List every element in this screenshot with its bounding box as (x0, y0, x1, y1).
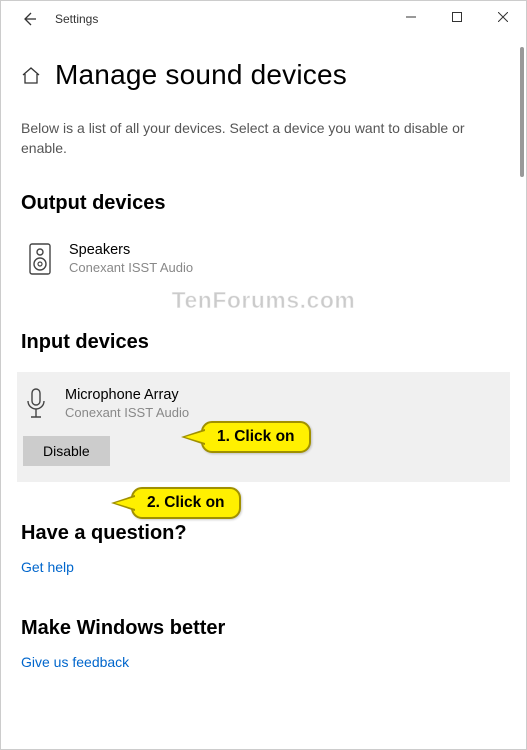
help-title: Have a question? (21, 522, 506, 545)
device-text: Microphone Array Conexant ISST Audio (65, 386, 189, 422)
feedback-section: Make Windows better Give us feedback (21, 617, 506, 670)
minimize-button[interactable] (388, 1, 434, 33)
feedback-title: Make Windows better (21, 617, 506, 640)
feedback-link[interactable]: Give us feedback (21, 654, 506, 670)
device-name: Microphone Array (65, 386, 189, 405)
arrow-left-icon (21, 11, 37, 27)
page-description: Below is a list of all your devices. Sel… (21, 119, 506, 158)
disable-button[interactable]: Disable (23, 436, 110, 466)
close-button[interactable] (480, 1, 526, 33)
back-button[interactable] (9, 1, 49, 37)
minimize-icon (406, 12, 416, 22)
get-help-link[interactable]: Get help (21, 559, 506, 575)
annotation-callout-1: 1. Click on (201, 421, 311, 453)
annotation-callout-2: 2. Click on (131, 487, 241, 519)
output-device-row[interactable]: Speakers Conexant ISST Audio (21, 233, 506, 285)
device-subtitle: Conexant ISST Audio (65, 405, 189, 422)
close-icon (498, 12, 508, 22)
content-area: Manage sound devices Below is a list of … (1, 37, 526, 670)
device-name: Speakers (69, 241, 193, 260)
help-section: Have a question? Get help (21, 522, 506, 575)
input-section-title: Input devices (21, 331, 506, 354)
scrollbar[interactable] (520, 47, 524, 177)
home-icon[interactable] (21, 65, 41, 85)
speaker-icon (27, 242, 53, 276)
device-text: Speakers Conexant ISST Audio (69, 241, 193, 277)
window-controls (388, 1, 526, 33)
microphone-icon (23, 387, 49, 421)
output-section-title: Output devices (21, 192, 506, 215)
maximize-icon (452, 12, 462, 22)
titlebar: Settings (1, 1, 526, 37)
page-title: Manage sound devices (55, 59, 347, 91)
app-title: Settings (55, 12, 98, 26)
maximize-button[interactable] (434, 1, 480, 33)
device-subtitle: Conexant ISST Audio (69, 260, 193, 277)
page-header: Manage sound devices (21, 59, 506, 91)
